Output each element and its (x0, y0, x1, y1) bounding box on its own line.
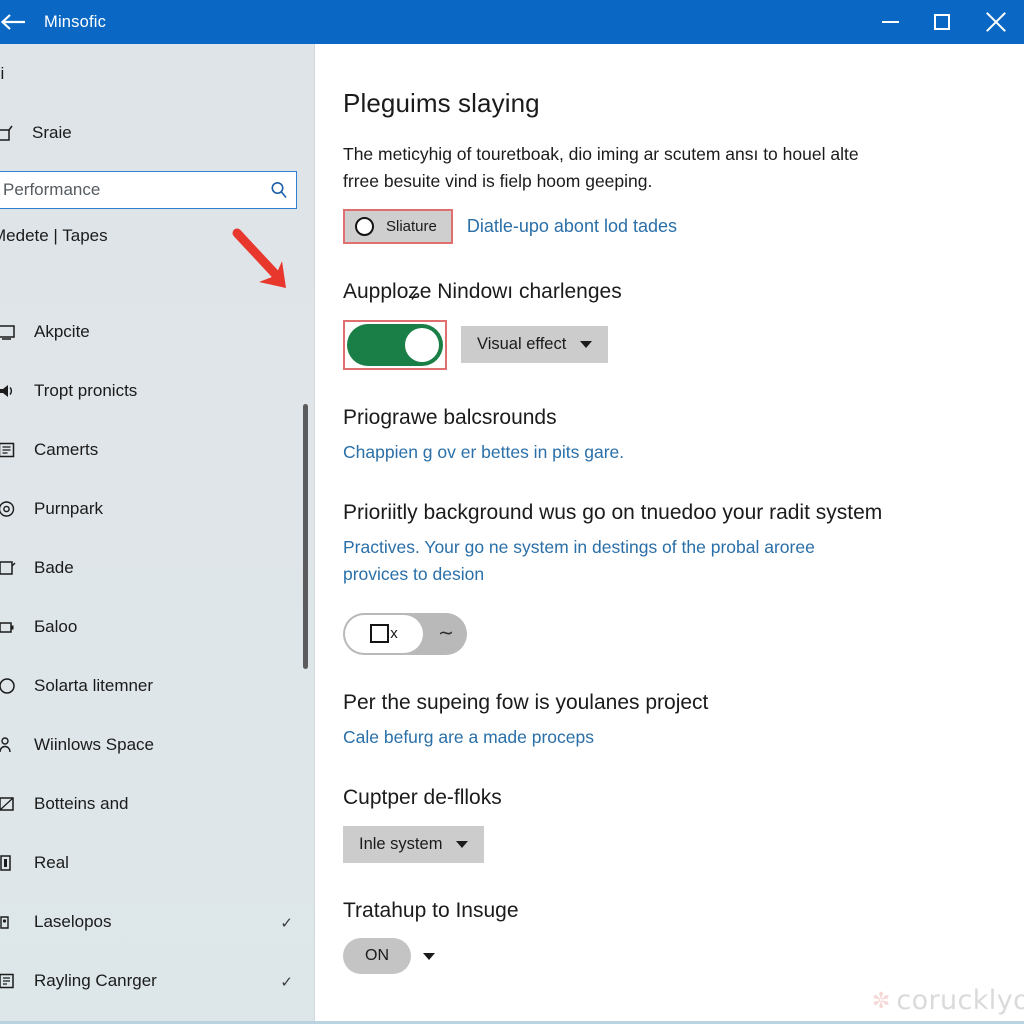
tablet-icon (0, 734, 18, 756)
sidebar-item-10[interactable]: Laselopos ✓ (0, 892, 315, 951)
chevron-down-icon[interactable] (423, 952, 435, 960)
section-5-heading: Tratahup to Insuge (343, 898, 519, 922)
signature-radio-button[interactable]: Sliature (343, 209, 453, 245)
checkbox-icon (370, 624, 390, 644)
watermark-mark-icon: ✼ (871, 987, 891, 1013)
search-input[interactable] (0, 180, 262, 200)
sidebar-item-11-chevron: ✓ (280, 973, 293, 991)
sidebar-item-11[interactable]: Rayling Canrger ✓ (0, 951, 315, 1010)
section-0-heading: Aupploʑe Nindowı charlenges (343, 280, 622, 304)
sidebar-item-6[interactable]: Solarta litemner (0, 656, 315, 715)
maximize-button[interactable] (916, 0, 968, 44)
sidebar-item-7[interactable]: Wiinlows Space (0, 715, 315, 774)
sidebar-account-label: ɔi (0, 64, 5, 83)
page-description: The meticyhig of touretboak, dio iming a… (343, 144, 859, 192)
sidebar-item-4-label: Bade (34, 557, 74, 577)
sidebar-item-11-label: Rayling Canrger (34, 970, 157, 990)
sidebar-item-10-chevron: ✓ (280, 914, 293, 932)
section-2-link[interactable]: Practives. Your go ne system in destings… (343, 534, 873, 587)
sidebar-item-2[interactable]: Camerts (0, 420, 315, 479)
search-box[interactable] (0, 171, 297, 209)
title-bar: Minsofic (0, 0, 1024, 44)
battery-icon (0, 616, 18, 638)
sidebar-item-7-label: Wiinlows Space (34, 734, 154, 754)
sidebar-item-store-label: Sraie (32, 123, 72, 142)
window-title: Minsofic (44, 12, 107, 31)
radio-label: Sliature (386, 218, 437, 236)
visual-effect-dropdown-label: Visual effect (477, 335, 567, 354)
inle-system-dropdown-label: Inle system (359, 834, 443, 853)
section-1-link[interactable]: Chappien g ov er bettes in pits gare. (343, 439, 873, 465)
inle-system-dropdown[interactable]: Inle system (343, 825, 485, 863)
section-5-controls: ON (343, 938, 1024, 975)
sidebar-item-5[interactable]: Ƃaloo (0, 597, 315, 656)
power-icon (0, 557, 18, 579)
sidebar-item-1-label: Tropt pronicts (34, 380, 138, 400)
sidebar-item-6-label: Solarta litemner (34, 675, 154, 695)
radio-circle-icon (355, 217, 374, 237)
shared-icon (0, 911, 18, 933)
main-content: Pleguims slaying The meticyhig of touret… (315, 44, 1024, 1024)
sidebar-item-3[interactable]: Purnpark (0, 479, 315, 538)
section-4-heading: Cuptper de-flloks (343, 786, 502, 810)
maximize-icon (934, 14, 950, 30)
on-toggle-pill[interactable]: ON (343, 938, 411, 975)
sidebar-nav-list: Akpcite Tropt pronicts Camerts Purnpark … (0, 302, 315, 1024)
sidebar-item-8-label: Botteins and (34, 793, 129, 813)
page-title: Pleguims slaying (343, 88, 540, 118)
focus-icon (0, 498, 18, 520)
clipboard-icon (0, 970, 18, 992)
close-button[interactable] (968, 0, 1024, 44)
sidebar-item-2-label: Camerts (34, 439, 99, 459)
notifications-icon (0, 439, 18, 461)
section-3-link[interactable]: Cale befurg are a made proceps (343, 724, 873, 750)
display-icon (0, 321, 18, 343)
watermark: ✼ corucklyo (872, 985, 1024, 1016)
section-0-controls: Visual effect (343, 319, 1024, 370)
store-icon (0, 122, 16, 144)
section-3-heading: Per the supeing fow is youlanes project (343, 690, 709, 714)
sidebar-item-4[interactable]: Bade (0, 538, 315, 597)
back-button[interactable] (0, 0, 36, 44)
toggle-knob (405, 327, 439, 362)
visual-effect-toggle-highlight (343, 319, 447, 370)
section-2-heading: Prioriitly background wus go on tnuedoo … (343, 501, 883, 525)
pill-x-label: x (390, 625, 398, 643)
description-link[interactable]: Diatle-upo abont lod tades (467, 216, 677, 237)
app-window: Minsofic ɔi Sraie Medete | Tapes (0, 0, 1024, 1024)
chevron-down-icon (456, 840, 469, 848)
projecting-icon (0, 852, 18, 874)
background-pill-control[interactable]: x ∼ (343, 612, 467, 655)
visual-effect-dropdown[interactable]: Visual effect (461, 326, 609, 364)
section-1-heading: Priograwe balcsrounds (343, 405, 557, 429)
search-icon[interactable] (262, 172, 296, 208)
sidebar-item-10-label: Laselopos (34, 911, 112, 931)
section-2-spacer (343, 587, 1024, 613)
pill-tilde-icon: ∼ (438, 623, 454, 645)
close-icon (986, 12, 1006, 32)
sidebar-scrollbar[interactable] (303, 404, 308, 669)
watermark-text: corucklyo (896, 985, 1024, 1016)
minimize-icon (881, 21, 899, 23)
sidebar-item-0-label: Akpcite (34, 321, 90, 341)
sidebar-item-9-label: Real (34, 852, 69, 872)
sidebar-item-3-label: Purnpark (34, 498, 103, 518)
sound-icon (0, 380, 18, 402)
pill-checkbox-segment[interactable]: x (345, 614, 423, 653)
sidebar-section-title: Medete | Tapes (0, 226, 108, 245)
storage-icon (0, 675, 18, 697)
visual-effect-toggle[interactable] (347, 323, 443, 366)
chevron-down-icon (580, 341, 593, 349)
sidebar: ɔi Sraie Medete | Tapes Akpcite (0, 44, 315, 1024)
sidebar-item-0[interactable]: Akpcite (0, 302, 315, 361)
sidebar-item-5-label: Ƃaloo (34, 616, 78, 636)
multitask-icon (0, 793, 18, 815)
sidebar-item-1[interactable]: Tropt pronicts (0, 361, 315, 420)
minimize-button[interactable] (864, 0, 916, 44)
sidebar-item-8[interactable]: Botteins and (0, 774, 315, 833)
sidebar-item-store[interactable]: Sraie (0, 122, 72, 144)
radio-and-link-row: Sliature Diatle-upo abont lod tades (343, 209, 1024, 245)
sidebar-item-9[interactable]: Real (0, 833, 315, 892)
